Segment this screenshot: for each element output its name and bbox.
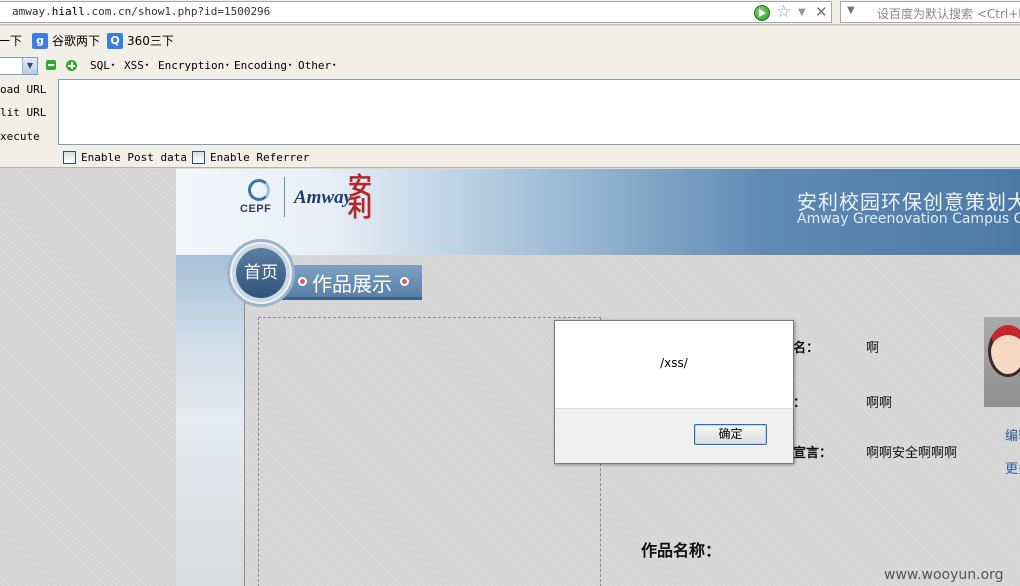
hackbar-url-textarea[interactable] [58, 79, 1020, 145]
alert-message: /xss/ [660, 356, 688, 370]
field-value: 啊啊 [866, 396, 893, 411]
home-button[interactable]: 首页 [230, 242, 292, 304]
menu-sql[interactable]: SQL▾ [90, 59, 115, 72]
banner-decoration [176, 255, 246, 586]
checkbox-box[interactable] [63, 151, 76, 164]
hackbar-select[interactable]: ▼ [0, 57, 38, 75]
enable-referrer-checkbox[interactable]: Enable Referrer [192, 151, 309, 164]
page-background [0, 169, 176, 586]
go-icon[interactable] [754, 5, 770, 21]
hackbar-panel: oad URL lit URL xecute Enable Post data … [0, 78, 1020, 168]
bookmark-baidu[interactable]: 一下 [0, 32, 22, 49]
bookmark-label: 一下 [0, 34, 23, 48]
ok-button[interactable]: 确定 [694, 424, 767, 445]
site-title-en: Amway Greenovation Campus Compet [797, 211, 1020, 227]
menu-xss[interactable]: XSS▾ [124, 59, 149, 72]
execute-button[interactable]: xecute [0, 130, 40, 143]
split-url-button[interactable]: lit URL [0, 106, 46, 119]
field-label: 名： [793, 341, 820, 356]
section-title: 作品展示 [312, 272, 392, 296]
section-tab: 作品展示 [278, 265, 422, 300]
cepf-emblem-icon [248, 179, 270, 201]
url-text: amway.hiall.com.cn/show1.php?id=1500296 [12, 5, 271, 18]
hackbar-toolbar: ▼ SQL▾ XSS▾ Encryption▾ Encoding▾ Other▾ [0, 55, 1020, 78]
address-bar-row: amway.hiall.com.cn/show1.php?id=1500296 … [0, 0, 1020, 25]
checkbox-label: Enable Referrer [210, 151, 310, 164]
bookmark-label: 360三下 [127, 34, 174, 48]
checkbox-label: Enable Post data [81, 151, 187, 164]
bullet-icon [400, 277, 409, 286]
alert-footer: 确定 [555, 408, 793, 463]
avatar [984, 317, 1020, 407]
enable-post-checkbox[interactable]: Enable Post data [63, 151, 187, 164]
field-label: ： [793, 396, 807, 411]
search-engine-dropdown-icon[interactable]: ▼ [847, 5, 855, 16]
menu-encryption[interactable]: Encryption▾ [158, 59, 229, 72]
alert-dialog: /xss/ 确定 [554, 320, 794, 464]
web-page: CEPF Amway 安利 安利校园环保创意策划大 Amway Greenova… [0, 169, 1020, 586]
watermark: www.wooyun.org [884, 567, 1004, 583]
amway-cn-logo: 安利 [348, 172, 372, 222]
minus-icon[interactable] [46, 60, 56, 70]
url-input[interactable]: amway.hiall.com.cn/show1.php?id=1500296 … [0, 1, 832, 23]
search-input[interactable]: ▼ 设百度为默认搜索 <Ctrl+K> [840, 1, 1020, 23]
work-image-frame [258, 317, 601, 586]
menu-other[interactable]: Other▾ [298, 59, 336, 72]
field-value: 啊 [866, 341, 880, 356]
work-name-label: 作品名称： [641, 541, 722, 560]
dropdown-icon[interactable]: ▼ [798, 5, 806, 21]
checkbox-box[interactable] [192, 151, 205, 164]
bookmarks-bar: 一下 g 谷歌两下 Q 360三下 [0, 26, 1020, 55]
bookmark-360[interactable]: Q 360三下 [107, 32, 174, 49]
menu-encoding[interactable]: Encoding▾ [234, 59, 292, 72]
amway-logo: Amway [294, 187, 353, 208]
chevron-down-icon[interactable]: ▼ [22, 58, 37, 74]
search-placeholder: 设百度为默认搜索 <Ctrl+K> [877, 7, 1020, 21]
close-icon[interactable]: ✕ [815, 3, 828, 21]
star-icon[interactable]: ☆ [776, 3, 791, 21]
edit-link[interactable]: 编辑 [1005, 425, 1020, 444]
field-label: 宣言： [793, 446, 833, 461]
search-360-icon: Q [107, 32, 123, 49]
plus-icon[interactable] [66, 60, 77, 71]
cepf-logo: CEPF [240, 179, 280, 219]
google-icon: g [32, 32, 48, 49]
bookmark-label: 谷歌两下 [52, 34, 101, 48]
field-value: 啊啊安全啊啊啊 [866, 446, 958, 461]
bullet-icon [298, 277, 307, 286]
logo-divider [284, 177, 285, 217]
more-link[interactable]: 更多 [1005, 458, 1020, 477]
bookmark-google[interactable]: g 谷歌两下 [32, 32, 100, 49]
load-url-button[interactable]: oad URL [0, 83, 46, 96]
avatar-face-icon [988, 325, 1020, 377]
home-label: 首页 [236, 248, 286, 298]
